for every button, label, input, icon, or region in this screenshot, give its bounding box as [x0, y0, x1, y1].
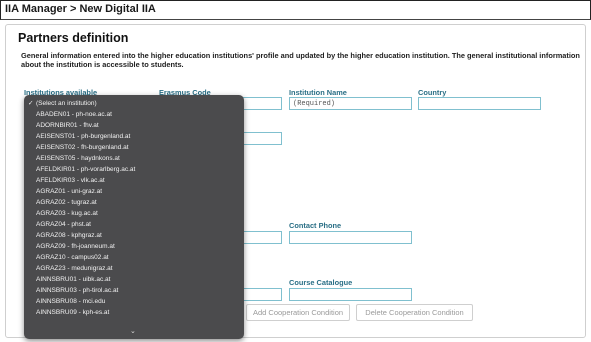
- course-catalogue-label: Course Catalogue: [289, 278, 353, 287]
- delete-cooperation-condition-button[interactable]: Delete Cooperation Condition: [356, 304, 473, 321]
- dropdown-option[interactable]: ABADEN01 - ph-noe.ac.at: [24, 109, 244, 120]
- dropdown-option[interactable]: AEISENST01 - ph-burgenland.at: [24, 131, 244, 142]
- course-catalogue-input[interactable]: [289, 288, 412, 301]
- dropdown-option[interactable]: AEISENST05 - haydnkons.at: [24, 153, 244, 164]
- dropdown-option[interactable]: AEISENST02 - fh-burgenland.at: [24, 142, 244, 153]
- dropdown-option[interactable]: AINNSBRU01 - uibk.ac.at: [24, 274, 244, 285]
- dropdown-option-selected[interactable]: ✓ (Select an institution): [24, 98, 244, 109]
- country-label: Country: [418, 88, 447, 97]
- dropdown-option[interactable]: AGRAZ02 - tugraz.at: [24, 197, 244, 208]
- contact-phone-label: Contact Phone: [289, 221, 342, 230]
- add-cooperation-condition-button[interactable]: Add Cooperation Condition: [246, 304, 350, 321]
- info-text: General information entered into the hig…: [21, 51, 580, 69]
- contact-phone-input[interactable]: [289, 231, 412, 244]
- dropdown-option[interactable]: AGRAZ08 - kphgraz.at: [24, 230, 244, 241]
- dropdown-option[interactable]: AINNSBRU09 - kph-es.at: [24, 307, 244, 318]
- dropdown-option[interactable]: AFELDKIR03 - vlk.ac.at: [24, 175, 244, 186]
- country-input[interactable]: [418, 97, 541, 110]
- dropdown-option[interactable]: AGRAZ03 - kug.ac.at: [24, 208, 244, 219]
- dropdown-option[interactable]: AGRAZ23 - medunigraz.at: [24, 263, 244, 274]
- panel-title: Partners definition: [18, 31, 129, 45]
- dropdown-option[interactable]: AGRAZ04 - phst.at: [24, 219, 244, 230]
- dropdown-option[interactable]: AINNSBRU03 - ph-tirol.ac.at: [24, 285, 244, 296]
- institution-name-input[interactable]: (Required): [289, 97, 412, 110]
- institution-dropdown-list[interactable]: ✓ (Select an institution) ABADEN01 - ph-…: [24, 95, 244, 339]
- dropdown-option[interactable]: AGRAZ09 - fh-joanneum.at: [24, 241, 244, 252]
- dropdown-option[interactable]: ADORNBIR01 - fhv.at: [24, 120, 244, 131]
- dropdown-option[interactable]: AFELDKIR01 - ph-vorarlberg.ac.at: [24, 164, 244, 175]
- dropdown-option[interactable]: AINNSBRU08 - mci.edu: [24, 296, 244, 307]
- institution-name-label: Institution Name: [289, 88, 347, 97]
- breadcrumb: IIA Manager > New Digital IIA: [5, 3, 156, 15]
- header-bar: IIA Manager > New Digital IIA: [0, 0, 591, 20]
- dropdown-option[interactable]: AGRAZ01 - uni-graz.at: [24, 186, 244, 197]
- dropdown-option[interactable]: AGRAZ10 - campus02.at: [24, 252, 244, 263]
- chevron-down-icon[interactable]: ⌄: [130, 327, 136, 335]
- checkmark-icon: ✓: [28, 100, 34, 107]
